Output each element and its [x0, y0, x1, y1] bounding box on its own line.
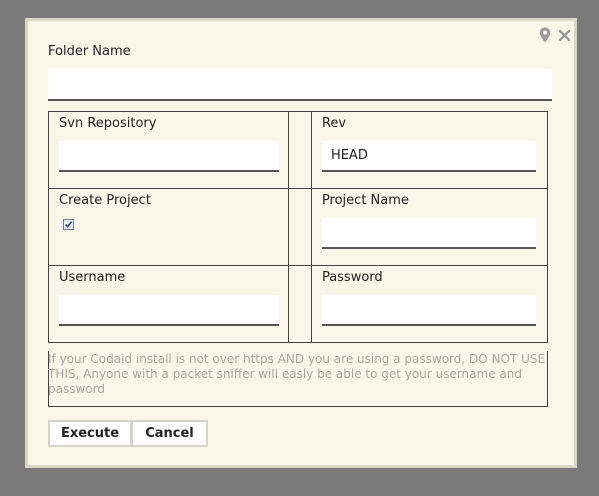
project-name-label: Project Name — [321, 193, 409, 208]
cancel-button[interactable]: Cancel — [131, 420, 208, 447]
svn-checkout-dialog: Folder Name Svn Repository Rev Create P — [25, 18, 577, 468]
repository-row: Svn Repository Rev — [47, 111, 549, 189]
password-cell: Password — [310, 265, 549, 343]
create-project-checkbox[interactable] — [63, 219, 74, 230]
checkout-fields-grid: Svn Repository Rev Create Project — [47, 111, 549, 343]
password-label: Password — [321, 270, 383, 285]
svn-repository-label: Svn Repository — [59, 116, 157, 131]
security-warning-text: If your Codaid install is not over https… — [48, 352, 546, 396]
username-input[interactable] — [59, 295, 279, 326]
svn-repository-cell: Svn Repository — [47, 111, 290, 189]
project-row: Create Project Project Name — [47, 188, 549, 266]
username-cell: Username — [47, 265, 290, 343]
rev-cell: Rev — [310, 111, 549, 189]
check-icon — [64, 221, 73, 229]
dialog-actions: Execute Cancel — [48, 420, 208, 447]
project-name-input[interactable] — [321, 218, 536, 249]
execute-button[interactable]: Execute — [48, 420, 132, 447]
folder-name-label: Folder Name — [48, 44, 131, 59]
project-name-cell: Project Name — [310, 188, 549, 266]
create-project-label: Create Project — [59, 193, 151, 208]
credentials-row: Username Password — [47, 265, 549, 343]
spacer-cell — [288, 265, 312, 343]
close-icon[interactable] — [559, 29, 570, 41]
map-pin-icon[interactable] — [539, 27, 551, 43]
dialog-corner-icons — [539, 27, 570, 43]
svn-repository-input[interactable] — [59, 141, 279, 172]
spacer-cell — [288, 188, 312, 266]
rev-input[interactable] — [321, 141, 536, 172]
password-input[interactable] — [321, 295, 536, 326]
folder-name-input[interactable] — [48, 69, 552, 101]
username-label: Username — [59, 270, 126, 285]
create-project-cell: Create Project — [47, 188, 290, 266]
security-warning-box: If your Codaid install is not over https… — [48, 351, 548, 407]
rev-label: Rev — [321, 116, 347, 131]
spacer-cell — [288, 111, 312, 189]
